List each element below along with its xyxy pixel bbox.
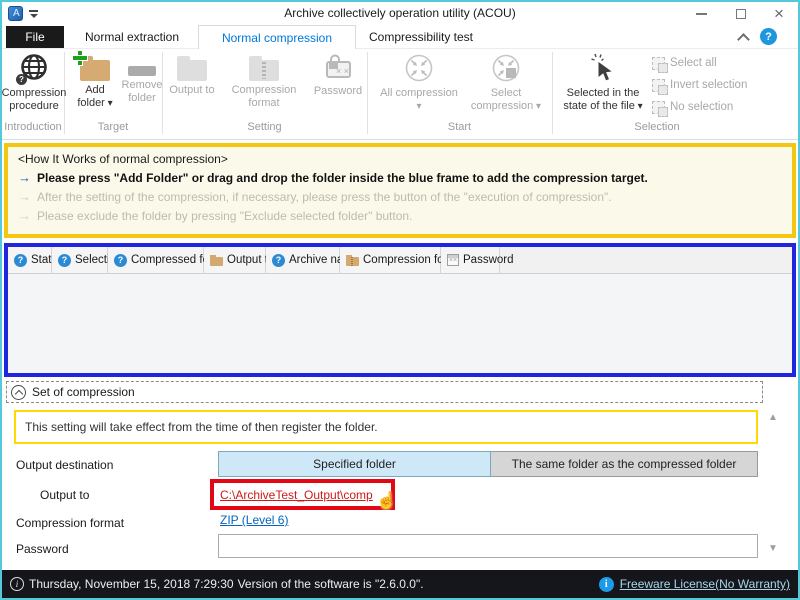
remove-folder-icon [128, 66, 156, 76]
column-header-archive-name[interactable]: Archive name [266, 247, 340, 273]
column-header-output-to[interactable]: Output to [204, 247, 266, 273]
output-destination-toggle: Specified folder The same folder as the … [218, 451, 758, 477]
ribbon: Compression procedure Add folder Remove … [2, 49, 798, 140]
setting-notice: This setting will take effect from the t… [14, 410, 758, 444]
password-lock-icon: × × [322, 52, 354, 82]
group-label-setting: Setting [162, 121, 367, 133]
select-all-button[interactable]: Select all [652, 52, 747, 74]
folder-zip-icon [249, 60, 279, 81]
instruction-step: Please exclude the folder by pressing "E… [18, 208, 782, 223]
output-to-button[interactable]: Output to [168, 52, 216, 97]
folder-icon [177, 60, 207, 81]
no-selection-button[interactable]: No selection [652, 96, 747, 118]
instructions-title: <How It Works of normal compression> [18, 152, 782, 166]
folder-icon [210, 257, 223, 266]
help-badge-icon [58, 254, 71, 267]
all-compression-button[interactable]: All compression [377, 52, 461, 113]
add-folder-icon [80, 60, 110, 81]
arrow-step-icon [18, 208, 31, 223]
column-header-state[interactable]: State [8, 247, 52, 273]
compression-format-button[interactable]: Compression format [218, 52, 310, 110]
minimize-icon [696, 13, 707, 15]
selection-small-buttons: Select all Invert selection No selection [652, 52, 747, 118]
help-badge-icon [114, 254, 127, 267]
ribbon-tab-strip: File Normal extraction Normal compressio… [2, 26, 798, 49]
scroll-down-icon[interactable] [768, 543, 778, 554]
password-input[interactable] [218, 534, 758, 558]
hand-cursor-icon [376, 491, 397, 511]
status-version: Version of the software is "2.6.0.0". [238, 577, 424, 591]
cursor-sparkle-icon [589, 52, 617, 84]
acou-window: Archive collectively operation utility (… [0, 0, 800, 600]
help-badge-icon [272, 254, 285, 267]
question-badge-icon [16, 74, 27, 85]
compression-format-label: Compression format [16, 516, 124, 530]
title-bar: Archive collectively operation utility (… [2, 2, 798, 26]
output-destination-label: Output destination [16, 458, 113, 472]
compress-all-icon [403, 52, 435, 84]
password-label: Password [16, 542, 69, 556]
set-of-compression-expander[interactable]: Set of compression [6, 381, 763, 403]
svg-text:× ×: × × [336, 66, 349, 76]
status-bar: Thursday, November 15, 2018 7:29:30 Vers… [2, 570, 798, 598]
table-body-empty[interactable] [8, 274, 792, 373]
invert-selection-button[interactable]: Invert selection [652, 74, 747, 96]
info-icon [10, 577, 24, 591]
highlight-red-box: C:\ArchiveTest_Output\comp [210, 479, 395, 510]
help-badge-icon [14, 254, 27, 267]
group-label-target: Target [64, 121, 162, 133]
tab-normal-compression[interactable]: Normal compression [198, 25, 356, 49]
plus-icon [73, 51, 87, 65]
group-label-introduction: Introduction [2, 121, 64, 133]
info-icon [599, 577, 614, 592]
password-grid-icon [447, 254, 459, 266]
arrow-step-icon [18, 170, 31, 185]
table-header-row: State Selection Compressed folder Output… [8, 247, 792, 274]
tab-file[interactable]: File [6, 26, 64, 48]
remove-folder-button[interactable]: Remove folder [120, 52, 164, 105]
column-header-compression-format[interactable]: Compression format [340, 247, 441, 273]
output-to-label: Output to [40, 488, 89, 502]
select-compression-button[interactable]: Select compression [463, 52, 549, 113]
chevron-up-circle-icon [11, 385, 26, 400]
instruction-step: Please press "Add Folder" or drag and dr… [18, 170, 782, 185]
password-button[interactable]: × × Password [310, 52, 366, 98]
minimize-button[interactable] [684, 2, 718, 26]
freeware-license-link[interactable]: Freeware License(No Warranty) [620, 577, 790, 591]
compression-format-link[interactable]: ZIP (Level 6) [220, 513, 288, 527]
tab-normal-extraction[interactable]: Normal extraction [68, 26, 196, 48]
same-folder-option[interactable]: The same folder as the compressed folder [491, 451, 758, 477]
globe-question-icon [18, 52, 50, 84]
collapse-ribbon-icon[interactable] [736, 32, 752, 44]
compression-procedure-button[interactable]: Compression procedure [2, 52, 66, 113]
group-label-selection: Selection [552, 121, 762, 133]
close-button[interactable] [762, 2, 796, 26]
status-datetime: Thursday, November 15, 2018 7:29:30 [29, 577, 234, 591]
arrow-step-icon [18, 189, 31, 204]
how-it-works-panel: <How It Works of normal compression> Ple… [4, 143, 796, 238]
group-label-start: Start [367, 121, 552, 133]
output-to-link[interactable]: C:\ArchiveTest_Output\comp [220, 488, 373, 502]
marquee-icon [652, 101, 665, 114]
compression-target-table[interactable]: State Selection Compressed folder Output… [4, 243, 796, 377]
column-header-password[interactable]: Password [441, 247, 500, 273]
maximize-icon [736, 9, 746, 19]
column-header-compressed-folder[interactable]: Compressed folder [108, 247, 204, 273]
tab-compressibility-test[interactable]: Compressibility test [358, 26, 484, 48]
scroll-up-icon[interactable] [768, 412, 778, 423]
instruction-step: After the setting of the compression, if… [18, 189, 782, 204]
expander-label: Set of compression [32, 385, 135, 399]
close-icon [774, 9, 784, 19]
add-folder-button[interactable]: Add folder [70, 52, 120, 110]
column-header-selection[interactable]: Selection [52, 247, 108, 273]
window-title: Archive collectively operation utility (… [2, 6, 798, 20]
folder-zip-icon [346, 257, 359, 266]
specified-folder-option[interactable]: Specified folder [218, 451, 491, 477]
selected-state-button[interactable]: Selected in the state of the file [554, 52, 652, 113]
help-icon[interactable] [760, 28, 777, 45]
marquee-icon [652, 57, 665, 70]
compress-select-icon [490, 52, 522, 84]
marquee-icon [652, 79, 665, 92]
maximize-button[interactable] [724, 2, 758, 26]
